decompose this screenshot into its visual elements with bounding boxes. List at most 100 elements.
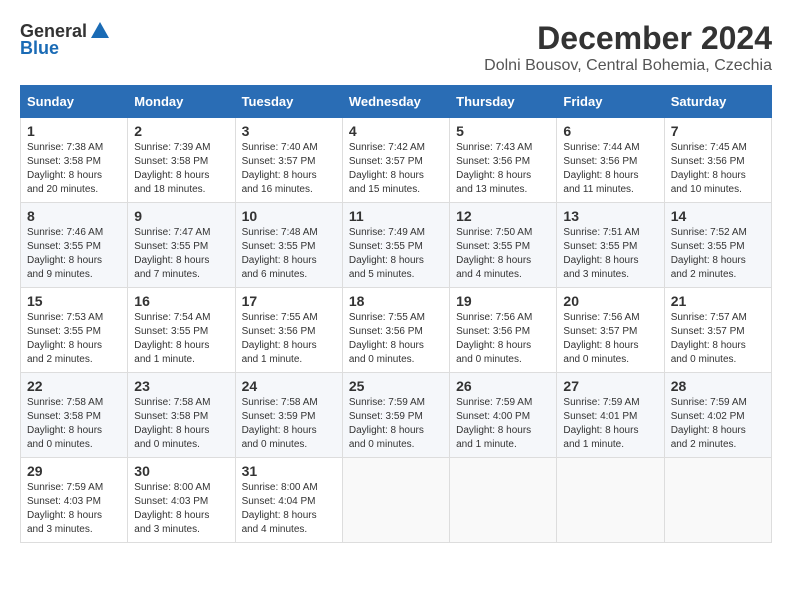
sunrise-label: Sunrise: 7:59 AM (27, 482, 103, 493)
day-number: 2 (134, 123, 228, 139)
day-cell: 17 Sunrise: 7:55 AM Sunset: 3:56 PM Dayl… (235, 288, 342, 373)
sunrise-label: Sunrise: 8:00 AM (242, 482, 318, 493)
sunset-label: Sunset: 3:57 PM (563, 326, 637, 337)
calendar-table: SundayMondayTuesdayWednesdayThursdayFrid… (20, 85, 772, 543)
daylight-label: Daylight: 8 hours and 2 minutes. (27, 340, 102, 365)
sunset-label: Sunset: 3:55 PM (134, 326, 208, 337)
sunrise-label: Sunrise: 7:58 AM (27, 397, 103, 408)
day-info: Sunrise: 7:58 AM Sunset: 3:58 PM Dayligh… (27, 396, 121, 452)
day-number: 21 (671, 293, 765, 309)
sunrise-label: Sunrise: 7:44 AM (563, 142, 639, 153)
daylight-label: Daylight: 8 hours and 4 minutes. (456, 255, 531, 280)
day-number: 8 (27, 208, 121, 224)
day-number: 13 (563, 208, 657, 224)
day-number: 26 (456, 378, 550, 394)
day-cell: 20 Sunrise: 7:56 AM Sunset: 3:57 PM Dayl… (557, 288, 664, 373)
header-tuesday: Tuesday (235, 86, 342, 118)
sunset-label: Sunset: 3:56 PM (242, 326, 316, 337)
day-cell: 10 Sunrise: 7:48 AM Sunset: 3:55 PM Dayl… (235, 203, 342, 288)
day-info: Sunrise: 7:44 AM Sunset: 3:56 PM Dayligh… (563, 141, 657, 197)
day-cell: 13 Sunrise: 7:51 AM Sunset: 3:55 PM Dayl… (557, 203, 664, 288)
page-header: General Blue December 2024 Dolni Bousov,… (20, 20, 772, 75)
sunrise-label: Sunrise: 7:52 AM (671, 227, 747, 238)
day-info: Sunrise: 7:39 AM Sunset: 3:58 PM Dayligh… (134, 141, 228, 197)
week-row-5: 29 Sunrise: 7:59 AM Sunset: 4:03 PM Dayl… (21, 458, 772, 543)
sunset-label: Sunset: 3:58 PM (134, 411, 208, 422)
sunset-label: Sunset: 3:56 PM (563, 156, 637, 167)
day-number: 18 (349, 293, 443, 309)
sunset-label: Sunset: 3:55 PM (27, 326, 101, 337)
daylight-label: Daylight: 8 hours and 15 minutes. (349, 170, 424, 195)
day-cell: 21 Sunrise: 7:57 AM Sunset: 3:57 PM Dayl… (664, 288, 771, 373)
location: Dolni Bousov, Central Bohemia, Czechia (484, 57, 772, 75)
daylight-label: Daylight: 8 hours and 0 minutes. (349, 340, 424, 365)
logo: General Blue (20, 20, 111, 59)
day-cell: 29 Sunrise: 7:59 AM Sunset: 4:03 PM Dayl… (21, 458, 128, 543)
week-row-4: 22 Sunrise: 7:58 AM Sunset: 3:58 PM Dayl… (21, 373, 772, 458)
day-number: 7 (671, 123, 765, 139)
sunrise-label: Sunrise: 7:51 AM (563, 227, 639, 238)
day-number: 6 (563, 123, 657, 139)
header-friday: Friday (557, 86, 664, 118)
day-cell: 15 Sunrise: 7:53 AM Sunset: 3:55 PM Dayl… (21, 288, 128, 373)
daylight-label: Daylight: 8 hours and 0 minutes. (27, 425, 102, 450)
sunrise-label: Sunrise: 7:59 AM (563, 397, 639, 408)
day-number: 3 (242, 123, 336, 139)
header-wednesday: Wednesday (342, 86, 449, 118)
daylight-label: Daylight: 8 hours and 16 minutes. (242, 170, 317, 195)
day-info: Sunrise: 7:55 AM Sunset: 3:56 PM Dayligh… (349, 311, 443, 367)
sunrise-label: Sunrise: 7:45 AM (671, 142, 747, 153)
day-number: 16 (134, 293, 228, 309)
day-info: Sunrise: 7:59 AM Sunset: 4:02 PM Dayligh… (671, 396, 765, 452)
day-info: Sunrise: 7:52 AM Sunset: 3:55 PM Dayligh… (671, 226, 765, 282)
day-number: 25 (349, 378, 443, 394)
day-info: Sunrise: 7:38 AM Sunset: 3:58 PM Dayligh… (27, 141, 121, 197)
sunset-label: Sunset: 4:01 PM (563, 411, 637, 422)
day-number: 15 (27, 293, 121, 309)
logo-icon (89, 20, 111, 42)
sunrise-label: Sunrise: 7:55 AM (242, 312, 318, 323)
day-cell (450, 458, 557, 543)
sunset-label: Sunset: 3:59 PM (242, 411, 316, 422)
day-info: Sunrise: 7:46 AM Sunset: 3:55 PM Dayligh… (27, 226, 121, 282)
daylight-label: Daylight: 8 hours and 9 minutes. (27, 255, 102, 280)
daylight-label: Daylight: 8 hours and 0 minutes. (134, 425, 209, 450)
week-row-3: 15 Sunrise: 7:53 AM Sunset: 3:55 PM Dayl… (21, 288, 772, 373)
day-info: Sunrise: 7:57 AM Sunset: 3:57 PM Dayligh… (671, 311, 765, 367)
sunrise-label: Sunrise: 7:58 AM (242, 397, 318, 408)
sunrise-label: Sunrise: 7:53 AM (27, 312, 103, 323)
day-number: 1 (27, 123, 121, 139)
sunset-label: Sunset: 3:59 PM (349, 411, 423, 422)
sunrise-label: Sunrise: 7:47 AM (134, 227, 210, 238)
day-cell: 16 Sunrise: 7:54 AM Sunset: 3:55 PM Dayl… (128, 288, 235, 373)
sunset-label: Sunset: 4:02 PM (671, 411, 745, 422)
day-number: 19 (456, 293, 550, 309)
day-info: Sunrise: 7:42 AM Sunset: 3:57 PM Dayligh… (349, 141, 443, 197)
sunset-label: Sunset: 3:56 PM (456, 156, 530, 167)
day-cell: 6 Sunrise: 7:44 AM Sunset: 3:56 PM Dayli… (557, 118, 664, 203)
daylight-label: Daylight: 8 hours and 1 minute. (563, 425, 638, 450)
header-sunday: Sunday (21, 86, 128, 118)
sunset-label: Sunset: 4:04 PM (242, 496, 316, 507)
sunrise-label: Sunrise: 7:49 AM (349, 227, 425, 238)
daylight-label: Daylight: 8 hours and 1 minute. (456, 425, 531, 450)
sunrise-label: Sunrise: 7:50 AM (456, 227, 532, 238)
header-thursday: Thursday (450, 86, 557, 118)
daylight-label: Daylight: 8 hours and 20 minutes. (27, 170, 102, 195)
sunset-label: Sunset: 3:58 PM (27, 411, 101, 422)
day-info: Sunrise: 7:59 AM Sunset: 4:00 PM Dayligh… (456, 396, 550, 452)
sunset-label: Sunset: 3:55 PM (134, 241, 208, 252)
week-row-1: 1 Sunrise: 7:38 AM Sunset: 3:58 PM Dayli… (21, 118, 772, 203)
day-info: Sunrise: 7:51 AM Sunset: 3:55 PM Dayligh… (563, 226, 657, 282)
day-info: Sunrise: 7:59 AM Sunset: 3:59 PM Dayligh… (349, 396, 443, 452)
day-info: Sunrise: 7:50 AM Sunset: 3:55 PM Dayligh… (456, 226, 550, 282)
header-monday: Monday (128, 86, 235, 118)
daylight-label: Daylight: 8 hours and 4 minutes. (242, 510, 317, 535)
sunrise-label: Sunrise: 7:58 AM (134, 397, 210, 408)
sunset-label: Sunset: 3:55 PM (563, 241, 637, 252)
day-cell: 7 Sunrise: 7:45 AM Sunset: 3:56 PM Dayli… (664, 118, 771, 203)
sunrise-label: Sunrise: 7:57 AM (671, 312, 747, 323)
sunrise-label: Sunrise: 7:48 AM (242, 227, 318, 238)
day-cell: 26 Sunrise: 7:59 AM Sunset: 4:00 PM Dayl… (450, 373, 557, 458)
day-info: Sunrise: 7:45 AM Sunset: 3:56 PM Dayligh… (671, 141, 765, 197)
